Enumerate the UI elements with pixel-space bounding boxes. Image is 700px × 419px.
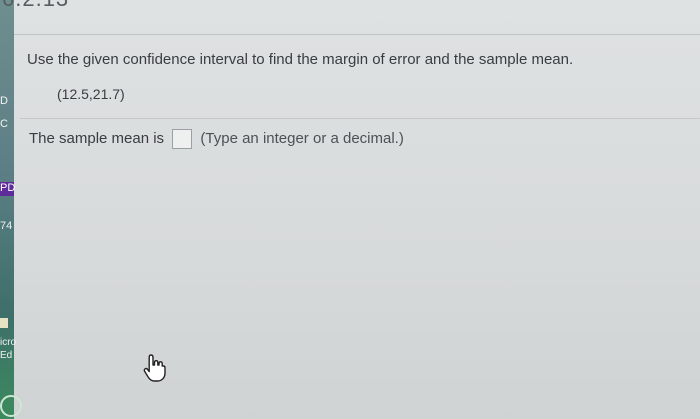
strip-tag-c: C (0, 118, 8, 130)
strip-tag-pd: PD (0, 182, 16, 196)
strip-tag-74: 74 (0, 220, 13, 232)
strip-tag-icro: icro (0, 337, 17, 348)
background-window-strip: D C PD 74 icro Ed (0, 0, 22, 419)
answer-row: The sample mean is (Type an integer or a… (29, 129, 404, 149)
page: D C PD 74 icro Ed 6.2.13 Use the given c… (0, 0, 700, 419)
answer-hint: (Type an integer or a decimal.) (200, 129, 404, 147)
taskbar-circle-icon[interactable] (0, 395, 22, 417)
strip-tag-ed: Ed (0, 350, 13, 361)
sample-mean-input[interactable] (172, 129, 193, 149)
question-text: Use the given confidence interval to fin… (27, 51, 574, 68)
answer-label: The sample mean is (29, 129, 165, 147)
top-divider (14, 34, 700, 35)
confidence-interval: (12.5,21.7) (57, 86, 125, 102)
answer-divider (20, 118, 700, 119)
hand-pointer-icon (143, 354, 166, 382)
strip-tag-d: D (0, 95, 8, 107)
section-title: 6.2.13 (2, 0, 69, 12)
strip-marker (0, 318, 8, 328)
